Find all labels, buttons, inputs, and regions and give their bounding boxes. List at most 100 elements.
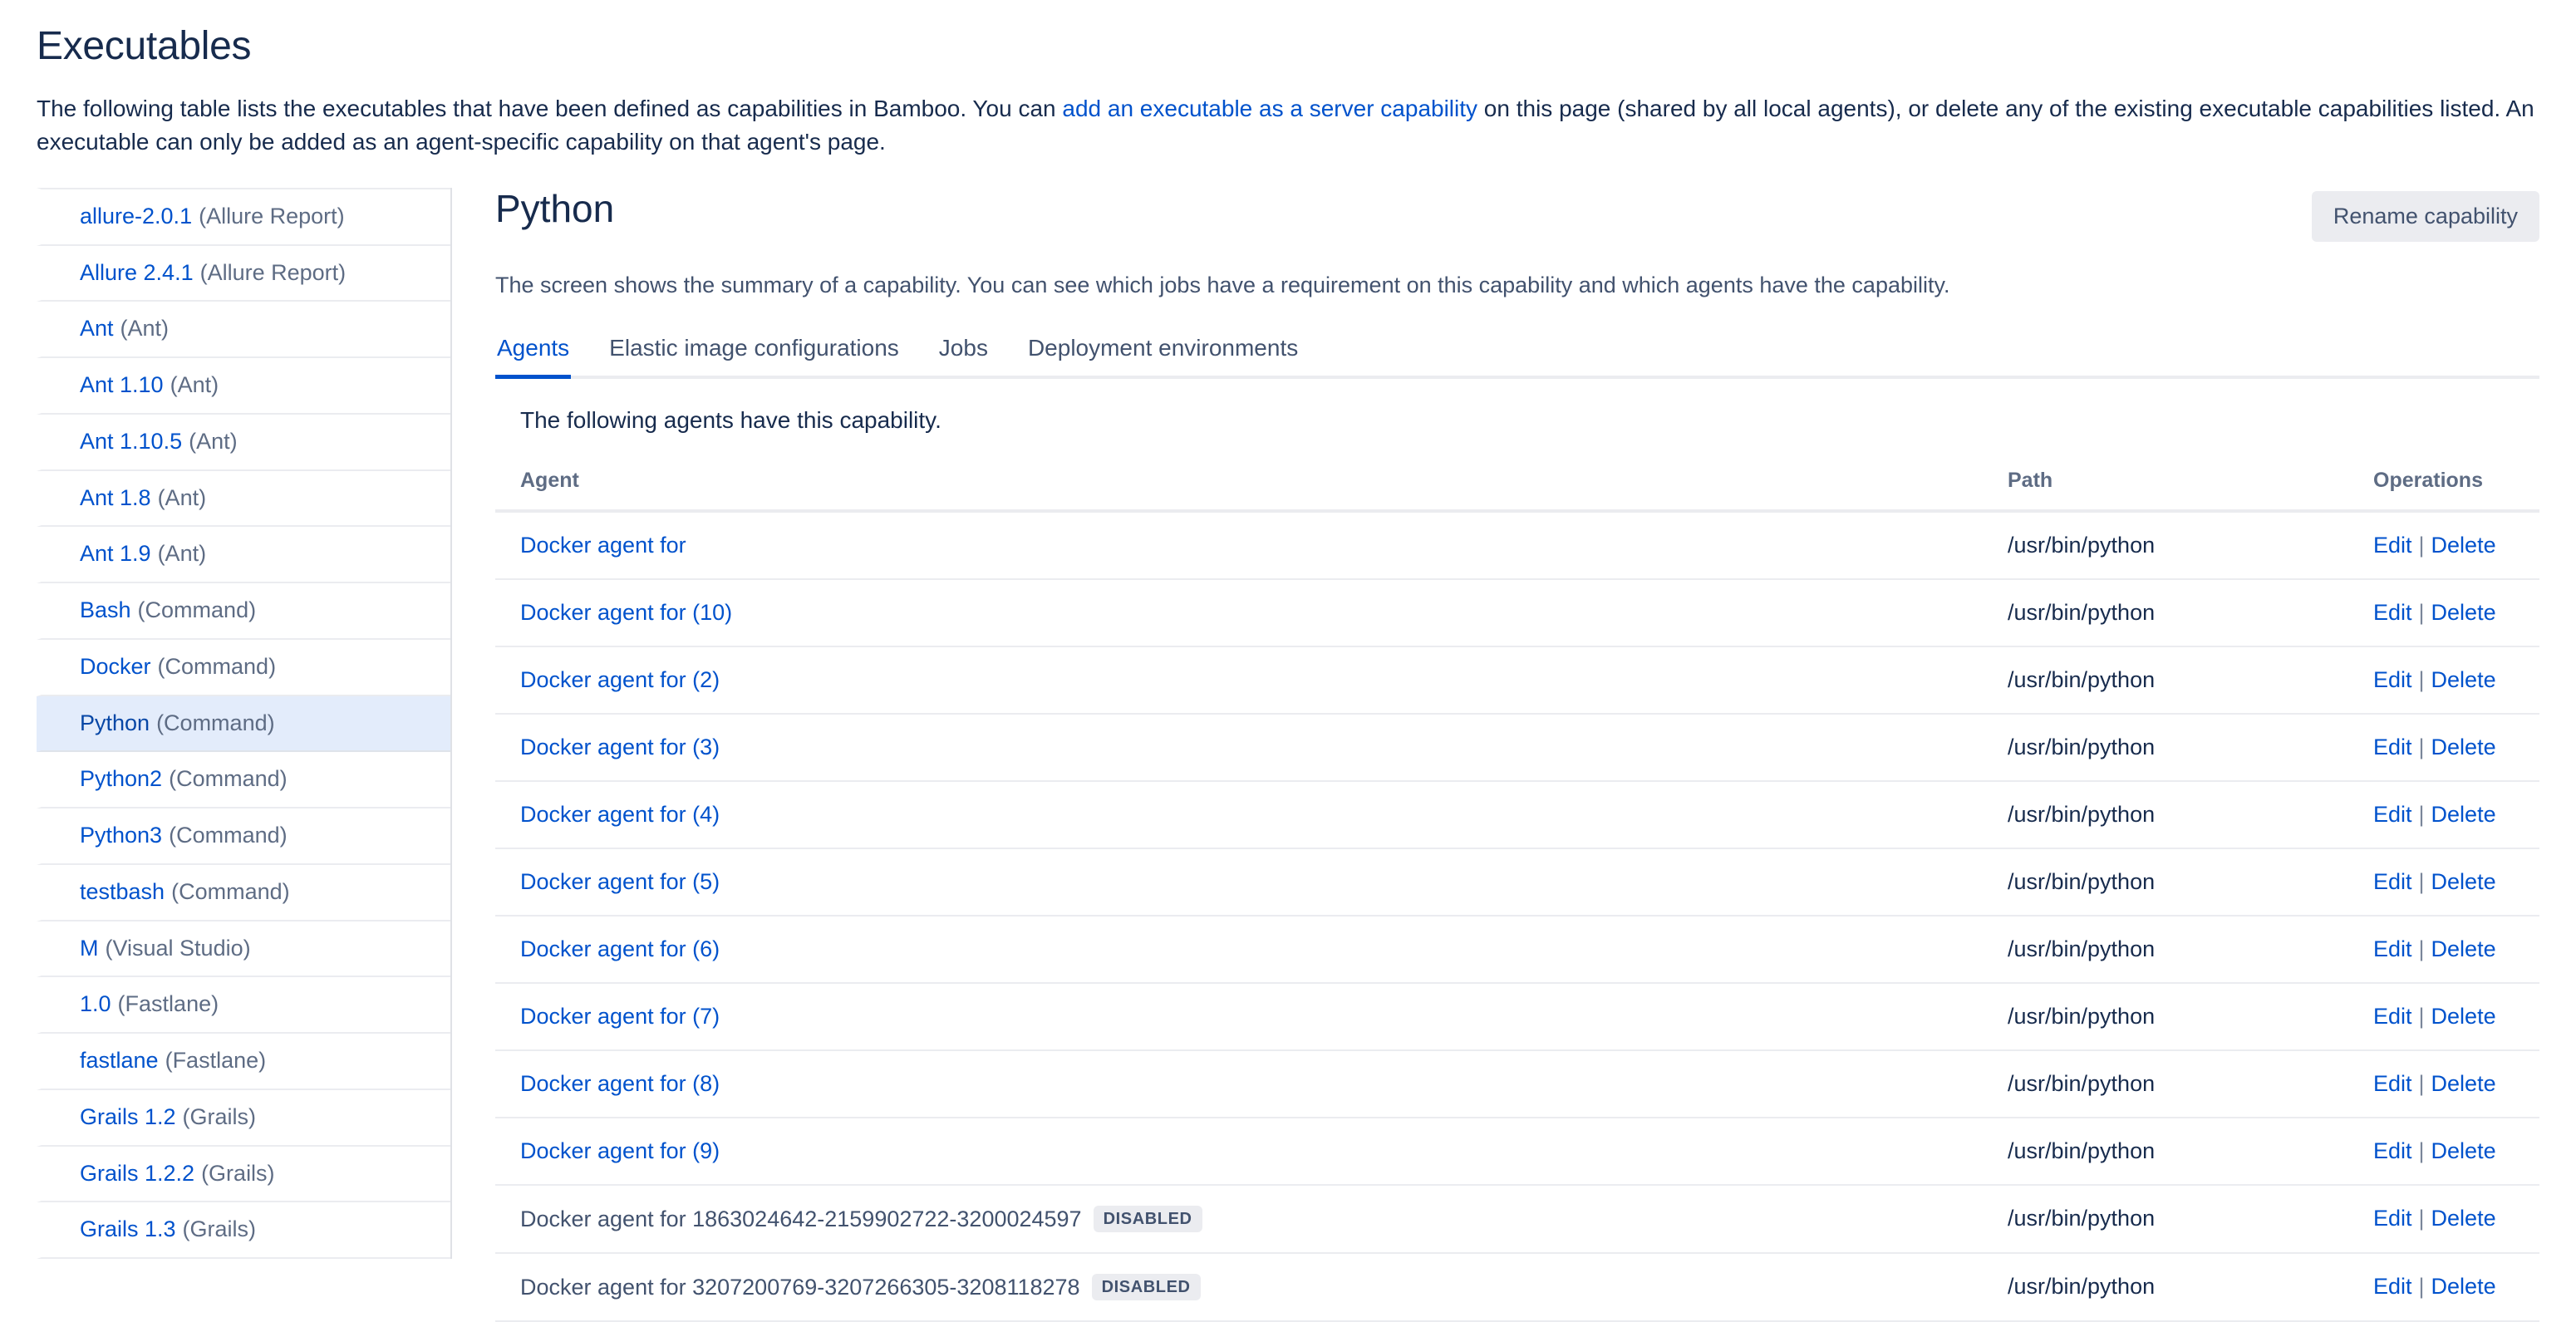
sidebar-item-grails-1-3[interactable]: Grails 1.3(Grails) — [37, 1202, 450, 1259]
table-row: Docker agent for (6)/usr/bin/pythonEdit|… — [495, 916, 2539, 983]
delete-link[interactable]: Delete — [2431, 869, 2496, 894]
sidebar-item-python2[interactable]: Python2(Command) — [37, 752, 450, 808]
operations-separator: | — [2419, 936, 2425, 961]
delete-link[interactable]: Delete — [2431, 667, 2496, 692]
agent-link[interactable]: Docker agent for (10) — [520, 600, 732, 625]
operations-separator: | — [2419, 1004, 2425, 1029]
operations-separator: | — [2419, 533, 2425, 558]
column-header-path: Path — [1983, 460, 2348, 511]
operations-cell: Edit|Delete — [2348, 579, 2539, 646]
agents-table: Agent Path Operations Docker agent for/u… — [495, 460, 2539, 1322]
table-row: Docker agent for 3207200769-3207266305-3… — [495, 1253, 2539, 1321]
sidebar-item-docker[interactable]: Docker(Command) — [37, 640, 450, 696]
sidebar-item-ant-1-9[interactable]: Ant 1.9(Ant) — [37, 527, 450, 583]
sidebar-item-type: (Grails) — [201, 1161, 275, 1186]
sidebar-item-testbash[interactable]: testbash(Command) — [37, 865, 450, 921]
edit-link[interactable]: Edit — [2373, 667, 2412, 692]
agent-link[interactable]: Docker agent for (3) — [520, 735, 720, 759]
sidebar-item-type: (Fastlane) — [165, 1048, 267, 1073]
delete-link[interactable]: Delete — [2431, 936, 2496, 961]
sidebar-item-type: (Command) — [169, 766, 288, 791]
sidebar-item-bash[interactable]: Bash(Command) — [37, 583, 450, 640]
delete-link[interactable]: Delete — [2431, 1206, 2496, 1231]
sidebar-item-m[interactable]: M(Visual Studio) — [37, 921, 450, 978]
operations-separator: | — [2419, 1206, 2425, 1231]
edit-link[interactable]: Edit — [2373, 1004, 2412, 1029]
delete-link[interactable]: Delete — [2431, 533, 2496, 558]
agent-link[interactable]: Docker agent for — [520, 533, 686, 558]
edit-link[interactable]: Edit — [2373, 869, 2412, 894]
page-intro-part1: The following table lists the executable… — [37, 96, 1062, 121]
path-cell: /usr/bin/python — [1983, 1050, 2348, 1118]
path-cell: /usr/bin/python — [1983, 1253, 2348, 1321]
content-layout: allure-2.0.1(Allure Report)Allure 2.4.1(… — [37, 188, 2539, 1322]
agent-cell: Docker agent for (2) — [495, 646, 1983, 714]
operations-separator: | — [2419, 869, 2425, 894]
operations-cell: Edit |Delete — [2348, 1253, 2539, 1321]
delete-link[interactable]: Delete — [2431, 1274, 2496, 1299]
edit-link[interactable]: Edit — [2373, 600, 2412, 625]
delete-link[interactable]: Delete — [2431, 600, 2496, 625]
sidebar-item-label: allure-2.0.1 — [80, 204, 192, 229]
sidebar-item-label: Grails 1.2.2 — [80, 1161, 194, 1186]
edit-link[interactable]: Edit — [2373, 1071, 2412, 1096]
sidebar-item-ant-1-10[interactable]: Ant 1.10(Ant) — [37, 358, 450, 415]
agent-cell: Docker agent for (4) — [495, 781, 1983, 848]
sidebar-item-grails-1-2[interactable]: Grails 1.2(Grails) — [37, 1090, 450, 1147]
sidebar-item-python3[interactable]: Python3(Command) — [37, 808, 450, 865]
agent-name: Docker agent for 3207200769-3207266305-3… — [520, 1275, 1080, 1300]
sidebar-item-ant-1-10-5[interactable]: Ant 1.10.5(Ant) — [37, 415, 450, 471]
add-executable-server-capability-link[interactable]: add an executable as a server capability — [1062, 96, 1477, 121]
sidebar-item-label: Docker — [80, 654, 151, 679]
table-row: Docker agent for (10)/usr/bin/pythonEdit… — [495, 579, 2539, 646]
path-cell: /usr/bin/python — [1983, 983, 2348, 1050]
rename-capability-button[interactable]: Rename capability — [2312, 191, 2539, 242]
edit-link[interactable]: Edit — [2373, 936, 2412, 961]
edit-link[interactable]: Edit — [2373, 802, 2412, 827]
capability-header: Python Rename capability — [495, 188, 2539, 242]
table-row: Docker agent for (5)/usr/bin/pythonEdit|… — [495, 848, 2539, 916]
sidebar-item-fastlane[interactable]: fastlane(Fastlane) — [37, 1034, 450, 1090]
agents-tab-note: The following agents have this capabilit… — [520, 407, 2539, 434]
tab-agents[interactable]: Agents — [495, 335, 571, 379]
delete-link[interactable]: Delete — [2431, 802, 2496, 827]
operations-separator: | — [2419, 1274, 2425, 1299]
agent-link[interactable]: Docker agent for (2) — [520, 667, 720, 692]
edit-link[interactable]: Edit — [2373, 735, 2412, 759]
delete-link[interactable]: Delete — [2431, 1004, 2496, 1029]
sidebar-item-allure-2-4-1[interactable]: Allure 2.4.1(Allure Report) — [37, 246, 450, 302]
agent-link[interactable]: Docker agent for (8) — [520, 1071, 720, 1096]
agent-cell: Docker agent for — [495, 511, 1983, 579]
delete-link[interactable]: Delete — [2431, 735, 2496, 759]
sidebar-item-allure-2-0-1[interactable]: allure-2.0.1(Allure Report) — [37, 188, 450, 246]
agent-link[interactable]: Docker agent for (7) — [520, 1004, 720, 1029]
edit-link[interactable]: Edit — [2373, 1206, 2412, 1231]
path-cell: /usr/bin/python — [1983, 781, 2348, 848]
sidebar-item-ant-1-8[interactable]: Ant 1.8 (Ant) — [37, 471, 450, 528]
agent-name: Docker agent for 1863024642-2159902722-3… — [520, 1207, 1082, 1231]
delete-link[interactable]: Delete — [2431, 1071, 2496, 1096]
sidebar-item-label: Ant 1.8 — [80, 485, 151, 510]
delete-link[interactable]: Delete — [2431, 1138, 2496, 1163]
agent-link[interactable]: Docker agent for (4) — [520, 802, 720, 827]
sidebar-item-1-0[interactable]: 1.0(Fastlane) — [37, 977, 450, 1034]
edit-link[interactable]: Edit — [2373, 1274, 2412, 1299]
agent-cell: Docker agent for 1863024642-2159902722-3… — [495, 1185, 1983, 1253]
agent-cell: Docker agent for (6) — [495, 916, 1983, 983]
sidebar-item-label: fastlane — [80, 1048, 159, 1073]
sidebar-item-python[interactable]: Python(Command) — [37, 696, 450, 753]
edit-link[interactable]: Edit — [2373, 533, 2412, 558]
edit-link[interactable]: Edit — [2373, 1138, 2412, 1163]
sidebar-item-grails-1-2-2[interactable]: Grails 1.2.2 (Grails) — [37, 1147, 450, 1203]
agent-link[interactable]: Docker agent for (5) — [520, 869, 720, 894]
agent-link[interactable]: Docker agent for (9) — [520, 1138, 720, 1163]
operations-cell: Edit |Delete — [2348, 848, 2539, 916]
tab-deployment-environments[interactable]: Deployment environments — [1026, 335, 1300, 379]
sidebar-item-type: (Ant) — [158, 485, 207, 510]
capabilities-sidebar: allure-2.0.1(Allure Report)Allure 2.4.1(… — [37, 188, 452, 1259]
tab-jobs[interactable]: Jobs — [937, 335, 990, 379]
tab-elastic-image-configurations[interactable]: Elastic image configurations — [607, 335, 901, 379]
sidebar-item-ant[interactable]: Ant(Ant) — [37, 302, 450, 358]
operations-separator: | — [2419, 735, 2425, 759]
agent-link[interactable]: Docker agent for (6) — [520, 936, 720, 961]
